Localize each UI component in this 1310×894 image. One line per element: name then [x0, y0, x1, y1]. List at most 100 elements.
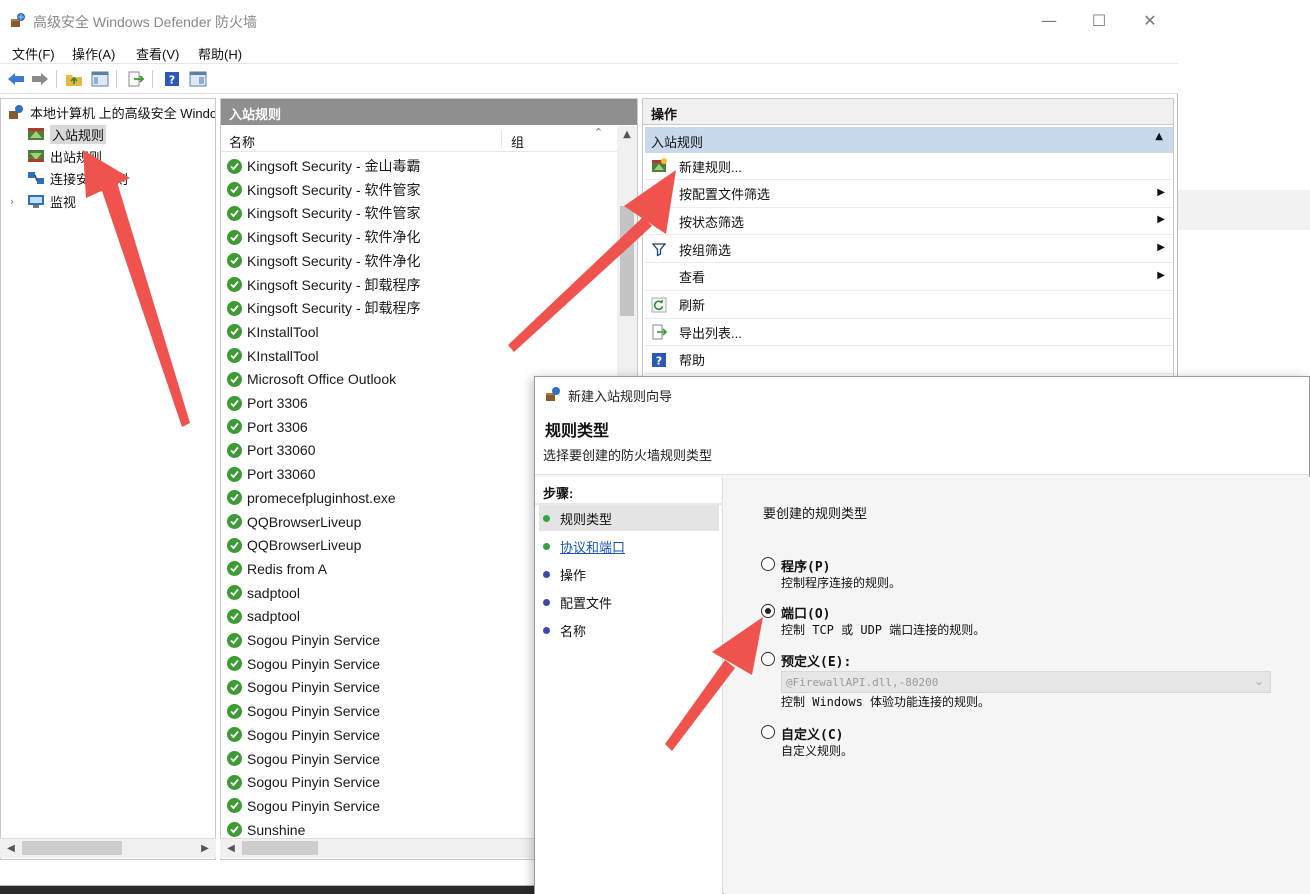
- table-row[interactable]: Port 3306: [227, 416, 308, 438]
- table-row[interactable]: Sogou Pinyin Service: [227, 700, 380, 722]
- table-row[interactable]: Port 33060: [227, 439, 316, 461]
- expand-chevron-icon[interactable]: ›: [10, 195, 14, 208]
- option-label: 预定义(E):: [781, 655, 852, 670]
- enabled-check-icon: [227, 751, 242, 766]
- table-row[interactable]: Kingsoft Security - 卸载程序: [227, 274, 421, 296]
- table-row[interactable]: Port 33060: [227, 463, 316, 485]
- tree-horizontal-scrollbar[interactable]: ◀ ▶: [0, 838, 216, 858]
- scroll-thumb[interactable]: [242, 841, 318, 855]
- action-label: 导出列表...: [679, 325, 742, 341]
- table-row[interactable]: Sogou Pinyin Service: [227, 724, 380, 746]
- scroll-thumb[interactable]: [22, 841, 122, 855]
- table-row[interactable]: Sogou Pinyin Service: [227, 748, 380, 770]
- table-row[interactable]: Kingsoft Security - 软件净化: [227, 226, 421, 248]
- table-row[interactable]: Kingsoft Security - 卸载程序: [227, 297, 421, 319]
- actions-pane: 操作 入站规则 ▲ 新建规则... 按配置文件筛选 ▶ 按状态筛选 ▶ 按组筛选 ▶ 查看 ▶ 刷…: [642, 98, 1174, 388]
- column-divider[interactable]: [501, 130, 502, 148]
- scroll-thumb[interactable]: [620, 206, 634, 316]
- sort-ascending-icon: ⌃: [594, 126, 604, 139]
- submenu-arrow-icon: ▶: [1157, 214, 1165, 226]
- table-row[interactable]: QQBrowserLiveup: [227, 511, 361, 533]
- wizard-step[interactable]: 协议和端口: [539, 533, 719, 559]
- rule-name: Sogou Pinyin Service: [247, 726, 381, 743]
- table-row[interactable]: QQBrowserLiveup: [227, 534, 361, 556]
- enabled-check-icon: [227, 442, 242, 458]
- scroll-left-icon[interactable]: ◀: [2, 839, 20, 859]
- enabled-check-icon: [227, 703, 242, 719]
- scroll-left-icon[interactable]: ◀: [222, 839, 240, 859]
- enabled-check-icon: [227, 277, 242, 292]
- table-row[interactable]: Sogou Pinyin Service: [227, 676, 380, 698]
- radio-button[interactable]: [761, 725, 775, 739]
- rule-name: Microsoft Office Outlook: [247, 371, 397, 388]
- rule-name: Redis from A: [247, 560, 328, 577]
- predefined-rule-select[interactable]: @FirewallAPI.dll,-80200 ⌄: [781, 671, 1271, 693]
- export-icon[interactable]: [126, 69, 146, 89]
- menu-action[interactable]: 操作(A): [72, 44, 115, 63]
- back-icon[interactable]: [6, 69, 26, 89]
- tree-item-monitoring[interactable]: 监视: [27, 191, 76, 211]
- table-row[interactable]: Kingsoft Security - 软件管家: [227, 202, 421, 224]
- up-folder-icon[interactable]: [64, 69, 84, 89]
- action-label: 新建规则...: [679, 159, 742, 175]
- action-item[interactable]: 按配置文件筛选 ▶: [645, 181, 1173, 208]
- action-item[interactable]: 刷新: [645, 292, 1173, 319]
- scroll-up-icon[interactable]: ▲: [617, 126, 637, 144]
- menu-view[interactable]: 查看(V): [136, 44, 179, 63]
- table-row[interactable]: Microsoft Office Outlook: [227, 368, 396, 390]
- table-row[interactable]: Kingsoft Security - 软件管家: [227, 179, 421, 201]
- step-bullet-icon: [543, 514, 550, 522]
- maximize-button[interactable]: ☐: [1076, 8, 1122, 34]
- chevron-down-icon: ⌄: [1253, 674, 1264, 688]
- scroll-right-icon[interactable]: ▶: [196, 839, 214, 859]
- table-row[interactable]: KInstallTool: [227, 321, 319, 343]
- tree-item-outbound-rules[interactable]: 出站规则: [27, 146, 102, 166]
- radio-button[interactable]: [761, 604, 775, 618]
- enabled-check-icon: [227, 537, 242, 553]
- table-row[interactable]: Kingsoft Security - 软件净化: [227, 250, 421, 272]
- show-tree-icon[interactable]: [90, 69, 110, 89]
- table-row[interactable]: Kingsoft Security - 金山毒霸: [227, 155, 421, 177]
- radio-button[interactable]: [761, 652, 775, 666]
- table-row[interactable]: KInstallTool: [227, 345, 319, 367]
- svg-text:?: ?: [169, 74, 175, 87]
- tree-root[interactable]: 本地计算机 上的高级安全 Windows Defender 防火墙: [7, 102, 215, 122]
- wizard-header: 规则类型 选择要创建的防火墙规则类型: [535, 409, 1309, 475]
- minimize-button[interactable]: —: [1026, 8, 1072, 34]
- wizard-body: 要创建的规则类型 程序(P) 控制程序连接的规则。 端口(O) 控制 TCP 或 UD…: [724, 477, 1310, 894]
- collapse-caret-icon[interactable]: ▲: [1155, 131, 1163, 142]
- table-row[interactable]: promecefpluginhost.exe: [227, 487, 396, 509]
- action-item[interactable]: 按组筛选 ▶: [645, 236, 1173, 264]
- rule-name: Port 3306: [247, 418, 308, 435]
- rule-name: Sogou Pinyin Service: [247, 797, 381, 814]
- rule-name: KInstallTool: [247, 347, 319, 364]
- radio-button[interactable]: [761, 557, 775, 571]
- table-row[interactable]: sadptool: [227, 605, 300, 627]
- close-button[interactable]: ✕: [1127, 8, 1173, 34]
- table-row[interactable]: sadptool: [227, 582, 300, 604]
- column-header-group[interactable]: 组: [511, 132, 524, 151]
- tree-item-inbound-rules[interactable]: 入站规则: [27, 124, 107, 144]
- menu-file[interactable]: 文件(F): [12, 44, 55, 63]
- title-bar[interactable]: 高级安全 Windows Defender 防火墙 — ☐ ✕: [0, 0, 1178, 40]
- action-item[interactable]: 按状态筛选 ▶: [645, 208, 1173, 236]
- rule-name: Kingsoft Security - 软件管家: [247, 205, 421, 222]
- help-icon[interactable]: ?: [162, 69, 182, 89]
- action-item[interactable]: 新建规则...: [645, 153, 1173, 180]
- column-header-name[interactable]: 名称: [229, 132, 255, 151]
- action-item[interactable]: 导出列表...: [645, 319, 1173, 347]
- action-item[interactable]: 查看 ▶: [645, 264, 1173, 291]
- table-row[interactable]: Sogou Pinyin Service: [227, 771, 380, 793]
- menu-help[interactable]: 帮助(H): [198, 44, 242, 63]
- table-row[interactable]: Sogou Pinyin Service: [227, 795, 380, 817]
- table-row[interactable]: Port 3306: [227, 392, 308, 414]
- table-row[interactable]: Sogou Pinyin Service: [227, 629, 380, 651]
- table-row[interactable]: Redis from A: [227, 558, 327, 580]
- tree-item-connection-security-rules[interactable]: 连接安全规则: [27, 168, 128, 188]
- properties-icon[interactable]: [188, 69, 208, 89]
- forward-icon[interactable]: [30, 69, 50, 89]
- action-item[interactable]: ? 帮助: [645, 347, 1173, 374]
- table-row[interactable]: Sogou Pinyin Service: [227, 653, 380, 675]
- wizard-title-bar[interactable]: 新建入站规则向导: [535, 377, 1309, 409]
- actions-section-inbound-rules[interactable]: 入站规则 ▲: [645, 127, 1173, 153]
